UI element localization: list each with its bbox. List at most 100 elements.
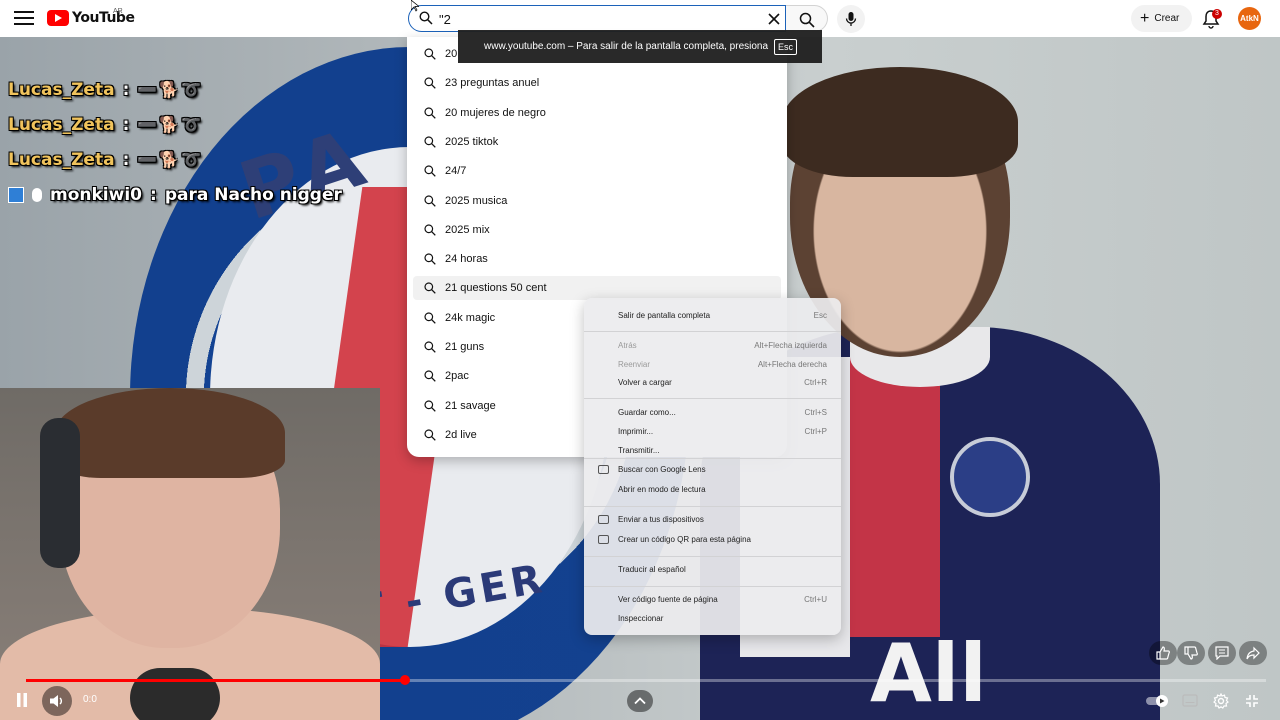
search-suggestion[interactable]: 2025 mix bbox=[413, 218, 781, 242]
hamburger-menu-icon[interactable] bbox=[14, 11, 34, 27]
search-icon bbox=[424, 399, 436, 412]
subtitles-icon[interactable] bbox=[1182, 694, 1198, 707]
exit-fullscreen-icon[interactable] bbox=[1245, 694, 1259, 708]
chat-message: Lucas_Zeta: ➖🐕➰ bbox=[8, 107, 342, 142]
search-icon bbox=[419, 11, 433, 25]
context-menu-shortcut: Alt+Flecha derecha bbox=[757, 359, 827, 369]
search-icon bbox=[424, 224, 436, 236]
autoplay-toggle-icon[interactable] bbox=[1146, 694, 1170, 708]
context-menu-item[interactable]: Volver a cargar Ctrl+R bbox=[584, 373, 841, 391]
context-menu-item[interactable]: Abrir en modo de lectura bbox=[584, 480, 841, 498]
suggestion-text: 2025 mix bbox=[445, 223, 490, 236]
context-menu-item[interactable]: Inspeccionar bbox=[584, 609, 841, 627]
pause-icon[interactable] bbox=[15, 692, 29, 708]
search-icon bbox=[424, 253, 436, 265]
context-menu-label: Enviar a tus dispositivos bbox=[618, 514, 704, 524]
gear-icon[interactable] bbox=[1213, 693, 1229, 709]
context-menu-item[interactable]: Traducir al español bbox=[584, 560, 841, 578]
suggestion-text: 21 savage bbox=[445, 399, 496, 412]
chat-username: Lucas_Zeta bbox=[8, 149, 115, 170]
dislike-button[interactable] bbox=[1177, 641, 1205, 665]
context-menu-label: Abrir en modo de lectura bbox=[618, 484, 706, 494]
chevron-up-icon bbox=[634, 697, 646, 705]
search-icon bbox=[424, 312, 436, 324]
webcam-person-hair bbox=[55, 388, 285, 478]
chat-message: Lucas_Zeta: ➖🐕➰ bbox=[8, 72, 342, 107]
close-icon[interactable] bbox=[767, 12, 781, 26]
country-code: AR bbox=[113, 8, 123, 15]
search-suggestion[interactable]: 23 preguntas anuel bbox=[413, 71, 781, 95]
context-menu-item[interactable]: Ver código fuente de página Ctrl+U bbox=[584, 590, 841, 608]
search-suggestion[interactable]: 24/7 bbox=[413, 159, 781, 183]
search-icon bbox=[424, 136, 436, 148]
avatar[interactable]: AtkN bbox=[1238, 7, 1261, 30]
player-badge bbox=[950, 437, 1030, 517]
chat-message: Lucas_Zeta: ➖🐕➰ bbox=[8, 142, 342, 177]
voice-search-button[interactable] bbox=[837, 5, 865, 33]
player-sponsor-text: All bbox=[870, 627, 987, 720]
context-menu-item[interactable]: Buscar con Google Lens bbox=[584, 460, 841, 478]
video-progress-bar[interactable] bbox=[26, 675, 1266, 685]
suggestion-text: 21 questions 50 cent bbox=[445, 282, 547, 295]
chat-emote-icon: ➖🐕➰ bbox=[137, 150, 204, 169]
chat-separator: : bbox=[122, 114, 130, 135]
device-icon bbox=[598, 514, 609, 524]
suggestion-text: 20 bbox=[445, 48, 458, 60]
context-menu-shortcut: Esc bbox=[813, 310, 827, 320]
stream-chat-overlay: Lucas_Zeta: ➖🐕➰ Lucas_Zeta: ➖🐕➰ Lucas_Ze… bbox=[8, 72, 342, 212]
context-menu-item[interactable]: Guardar como... Ctrl+S bbox=[584, 403, 841, 421]
search-input[interactable] bbox=[439, 9, 759, 29]
search-suggestion[interactable]: 20 mujeres de negro bbox=[413, 101, 781, 125]
search-button[interactable] bbox=[786, 5, 828, 32]
context-menu-divider bbox=[584, 556, 841, 557]
fullscreen-exit-toast: www.youtube.com – Para salir de la panta… bbox=[458, 30, 822, 63]
youtube-fullscreen-page: PA INT - GER All Lucas_Zeta: ➖🐕➰ Lucas_Z… bbox=[0, 0, 1280, 720]
browser-context-menu: Salir de pantalla completa Esc Atrás Alt+Fl… bbox=[584, 298, 841, 635]
show-more-button[interactable] bbox=[627, 690, 653, 712]
context-menu-shortcut: Ctrl+S bbox=[804, 407, 827, 417]
context-menu-divider bbox=[584, 398, 841, 399]
search-box[interactable] bbox=[408, 5, 786, 32]
chat-separator: : bbox=[122, 79, 130, 100]
search-icon bbox=[424, 48, 436, 60]
context-menu-shortcut: Ctrl+P bbox=[804, 426, 827, 436]
search-suggestion[interactable]: 21 questions 50 cent bbox=[413, 276, 781, 301]
volume-icon bbox=[50, 695, 62, 707]
chat-separator: : bbox=[150, 184, 157, 205]
search-suggestion[interactable]: 2025 tiktok bbox=[413, 130, 781, 154]
share-icon bbox=[1246, 646, 1260, 660]
suggestion-text: 20 mujeres de negro bbox=[445, 106, 546, 119]
suggestion-text: 24k magic bbox=[445, 311, 496, 324]
search-icon bbox=[424, 282, 436, 295]
context-menu-item[interactable]: Imprimir... Ctrl+P bbox=[584, 422, 841, 440]
chat-separator: : bbox=[122, 149, 130, 170]
context-menu-item[interactable]: Transmitir... bbox=[584, 441, 841, 459]
context-menu-label: Traducir al español bbox=[618, 564, 686, 574]
search-suggestion[interactable]: 24 horas bbox=[413, 247, 781, 271]
chat-username: Lucas_Zeta bbox=[8, 79, 115, 100]
context-menu-label: Guardar como... bbox=[618, 407, 676, 417]
webcam-overlay bbox=[0, 388, 380, 720]
context-menu-label: Inspeccionar bbox=[618, 613, 664, 623]
context-menu-shortcut: Ctrl+U bbox=[804, 594, 827, 604]
player-shirt-red-stripe bbox=[850, 357, 940, 637]
search-icon bbox=[799, 12, 815, 28]
share-button[interactable] bbox=[1239, 641, 1267, 665]
notifications-count-badge: 3 bbox=[1212, 9, 1222, 19]
context-menu-item[interactable]: Crear un código QR para esta página bbox=[584, 530, 841, 548]
comments-button[interactable] bbox=[1208, 641, 1236, 665]
context-menu-item[interactable]: Salir de pantalla completa Esc bbox=[584, 306, 841, 324]
like-button[interactable] bbox=[1149, 641, 1177, 665]
context-menu-divider bbox=[584, 586, 841, 587]
context-menu-item: Reenviar Alt+Flecha derecha bbox=[584, 355, 841, 373]
create-button[interactable]: + Crear bbox=[1131, 5, 1192, 32]
volume-button[interactable] bbox=[42, 686, 72, 716]
search-suggestion[interactable]: 2025 musica bbox=[413, 189, 781, 213]
context-menu-label: Salir de pantalla completa bbox=[618, 310, 711, 320]
suggestion-text: 2025 tiktok bbox=[445, 135, 499, 148]
comment-icon bbox=[1215, 646, 1229, 660]
context-menu-item[interactable]: Enviar a tus dispositivos bbox=[584, 510, 841, 528]
progress-fill bbox=[26, 679, 406, 682]
context-menu-label: Reenviar bbox=[618, 359, 651, 369]
context-menu-item: Atrás Alt+Flecha izquierda bbox=[584, 336, 841, 354]
